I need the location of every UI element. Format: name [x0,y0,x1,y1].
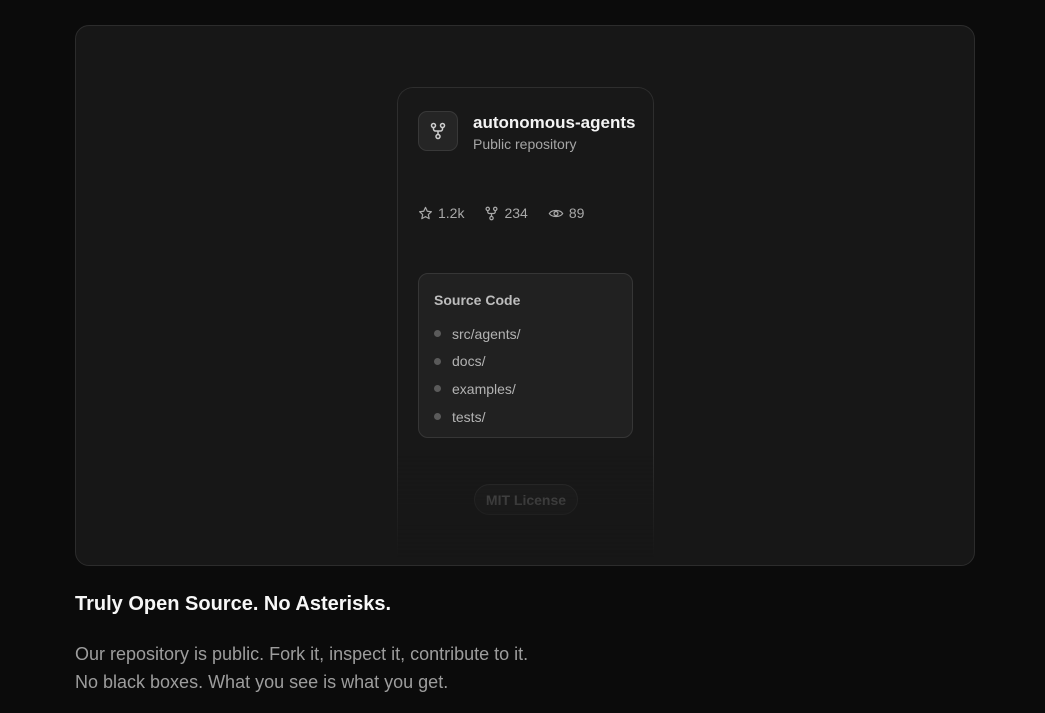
watchers-count: 89 [568,205,585,221]
stars-stat[interactable]: 1.2k [418,205,464,221]
repo-showcase-panel: autonomous-agents Public repository 1.2k… [75,25,975,566]
file-name: docs/ [452,353,486,370]
license-badge: MIT License [474,484,578,515]
list-item[interactable]: examples/ [434,375,520,403]
source-code-title: Source Code [434,292,521,308]
repo-visibility: Public repository [473,136,577,152]
repo-card[interactable]: autonomous-agents Public repository 1.2k… [397,87,654,557]
watchers-stat[interactable]: 89 [548,205,585,221]
file-list: src/agents/ docs/ examples/ tests/ [434,320,520,430]
file-name: examples/ [452,380,516,397]
forks-stat[interactable]: 234 [484,205,528,221]
repo-stats: 1.2k 234 89 [418,205,604,221]
bullet-icon [434,385,441,393]
list-item[interactable]: src/agents/ [434,320,520,348]
bullet-icon [434,413,441,421]
star-icon [418,206,433,219]
file-name: src/agents/ [452,325,521,342]
file-name: tests/ [452,408,486,425]
git-fork-icon [418,111,458,151]
feature-description: Our repository is public. Fork it, inspe… [75,644,529,692]
fork-icon [485,206,499,220]
eye-icon [548,209,564,217]
repo-name[interactable]: autonomous-agents [473,113,635,133]
bullet-icon [434,357,441,365]
source-code-box: Source Code src/agents/ docs/ examples/ … [418,273,633,438]
stars-count: 1.2k [438,205,465,221]
list-item[interactable]: docs/ [434,348,520,376]
forks-count: 234 [504,205,528,221]
bullet-icon [434,330,441,338]
feature-heading: Truly Open Source. No Asterisks. [75,593,392,615]
list-item[interactable]: tests/ [434,403,520,431]
